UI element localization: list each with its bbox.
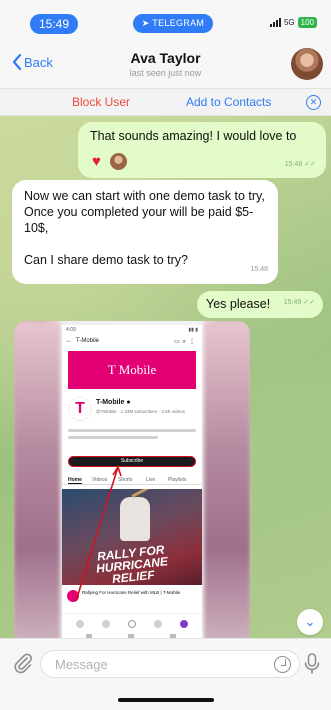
- cast-search-more-icons: ▭⌕⋮: [173, 339, 198, 345]
- network-label: 5G: [283, 18, 295, 27]
- reactor-avatar: [110, 153, 127, 170]
- message-composer: [0, 638, 331, 688]
- message-time: 15:48: [250, 266, 268, 273]
- chat-header: Back Ava Taylor last seen just now: [0, 36, 331, 88]
- status-indicators: 5G 100: [269, 17, 317, 28]
- contact-action-bar: Block User Add to Contacts ✕: [0, 88, 331, 116]
- contact-name[interactable]: Ava Taylor: [0, 50, 331, 66]
- message-time: 15:48 ✓✓: [284, 161, 316, 168]
- channel-meta: @TMobile · 1.33M subscribers · 3.6K vide…: [96, 409, 185, 414]
- channel-description-lines: [68, 429, 196, 449]
- channel-nav: ← T-Mobile ▭⌕⋮: [62, 337, 202, 349]
- back-arrow-icon: ←: [66, 338, 72, 344]
- verified-icon: ●: [126, 399, 131, 406]
- signal-icon: [269, 18, 281, 27]
- message-text: Yes please!: [206, 297, 271, 311]
- scroll-down-button[interactable]: ⌄: [297, 609, 323, 635]
- red-annotation-arrow: [75, 465, 122, 602]
- add-to-contacts-button[interactable]: Add to Contacts: [186, 95, 271, 109]
- block-user-button[interactable]: Block User: [72, 95, 130, 109]
- message-outgoing[interactable]: That sounds amazing! I would love to ♥ 1…: [78, 122, 326, 178]
- channel-nav-title: T-Mobile: [76, 338, 100, 344]
- message-time: 15:49 ✓✓: [283, 299, 315, 306]
- image-blur-right: [204, 321, 250, 638]
- channel-banner: T Mobile: [68, 351, 196, 389]
- status-time: 15:49: [30, 14, 78, 34]
- status-bar: 15:49 ➤ TELEGRAM 5G 100: [0, 0, 331, 36]
- telegram-pill: ➤ TELEGRAM: [133, 14, 213, 33]
- image-message[interactable]: 4:09 ▮▮ ▮ ← T-Mobile ▭⌕⋮ T Mobile T T-Mo…: [14, 321, 250, 638]
- message-outgoing[interactable]: Yes please! 15:49 ✓✓: [197, 291, 323, 318]
- battery-icon: 100: [297, 17, 317, 28]
- chat-area[interactable]: That sounds amazing! I would love to ♥ 1…: [0, 116, 331, 638]
- microphone-icon[interactable]: [303, 652, 321, 676]
- home-indicator[interactable]: [118, 698, 214, 702]
- phone-status-bar: 4:09 ▮▮ ▮: [66, 327, 198, 333]
- channel-name: T-Mobile ●: [96, 399, 131, 406]
- heart-reaction-icon[interactable]: ♥: [92, 154, 101, 169]
- message-input[interactable]: [55, 651, 255, 677]
- chevron-down-icon: ⌄: [304, 614, 316, 629]
- tab-playlists: Playlists: [168, 477, 187, 483]
- telegram-icon: ➤: [141, 18, 153, 28]
- message-incoming[interactable]: Now we can start with one demo task to t…: [12, 180, 278, 284]
- youtube-bottom-nav: [62, 613, 202, 638]
- contact-avatar[interactable]: [291, 48, 323, 80]
- paperclip-icon[interactable]: [12, 652, 34, 674]
- sticker-icon[interactable]: [274, 656, 291, 673]
- close-icon[interactable]: ✕: [306, 95, 321, 110]
- message-text: Now we can start with one demo task to t…: [24, 189, 265, 267]
- last-seen-status: last seen just now: [129, 68, 202, 78]
- tmobile-logo-icon: T: [68, 397, 92, 421]
- message-field[interactable]: [40, 650, 300, 678]
- telegram-pill-label: TELEGRAM: [152, 18, 205, 28]
- message-text: That sounds amazing! I would love to: [90, 129, 297, 143]
